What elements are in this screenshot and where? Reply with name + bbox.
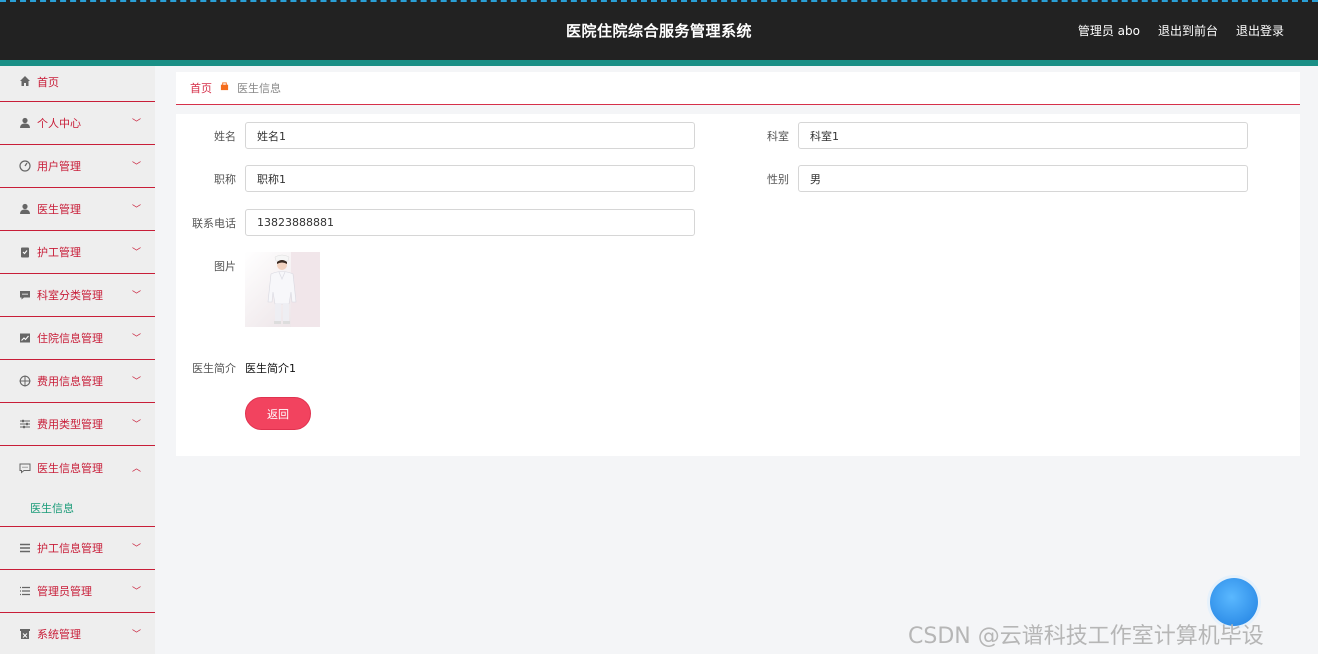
intro-value: 医生简介1 <box>245 362 296 375</box>
target-icon <box>18 375 31 388</box>
chevron-down-icon: ﹀ <box>131 247 141 258</box>
chevron-down-icon: ﹀ <box>131 586 141 597</box>
chat-icon <box>18 289 31 302</box>
sidebar-item-label: 首页 <box>37 76 59 89</box>
phone-label: 联系电话 <box>192 217 236 230</box>
top-header: 医院住院综合服务管理系统 管理员 abo 退出到前台 退出登录 <box>0 0 1318 60</box>
back-button[interactable]: 返回 <box>245 397 311 430</box>
name-field[interactable]: 姓名1 <box>245 122 695 149</box>
sidebar-item-label: 护工管理 <box>37 246 81 259</box>
header-divider <box>0 60 1318 66</box>
header-actions: 管理员 abo 退出到前台 退出登录 <box>1078 22 1284 39</box>
logout-link[interactable]: 退出登录 <box>1236 22 1284 39</box>
chevron-down-icon: ﹀ <box>131 161 141 172</box>
sidebar-item-label: 用户管理 <box>37 160 81 173</box>
box-icon <box>18 628 31 641</box>
sidebar-item-label: 护工信息管理 <box>37 542 103 555</box>
sidebar-item-doctors[interactable]: 医生管理 ﹀ <box>0 188 155 231</box>
sidebar-item-doctor-info[interactable]: 医生信息管理 ︿ <box>0 446 155 489</box>
sidebar-subitem-doctor-info[interactable]: 医生信息 <box>0 489 155 527</box>
intro-label: 医生简介 <box>192 362 236 375</box>
watermark: CSDN @云谱科技工作室计算机毕设 <box>908 624 1264 649</box>
chart-icon <box>18 332 31 345</box>
dept-field[interactable]: 科室1 <box>798 122 1248 149</box>
message-icon <box>18 461 31 474</box>
sidebar-item-label: 医生管理 <box>37 203 81 216</box>
chevron-down-icon: ﹀ <box>131 376 141 387</box>
sidebar-item-label: 科室分类管理 <box>37 289 103 302</box>
chevron-down-icon: ﹀ <box>131 629 141 640</box>
main-content: 首页 医生信息 姓名 姓名1 科室 科室1 职称 职称1 性别 男 联系电话 1… <box>176 72 1300 456</box>
sidebar-item-admins[interactable]: 管理员管理 ﹀ <box>0 570 155 613</box>
sidebar-item-label: 住院信息管理 <box>37 332 103 345</box>
chevron-down-icon: ﹀ <box>131 333 141 344</box>
user-icon <box>18 203 31 216</box>
dept-label: 科室 <box>767 130 789 143</box>
chevron-down-icon: ﹀ <box>131 290 141 301</box>
sidebar-item-dept-category[interactable]: 科室分类管理 ﹀ <box>0 274 155 317</box>
back-to-front-link[interactable]: 退出到前台 <box>1158 22 1218 39</box>
chevron-up-icon: ︿ <box>131 463 141 474</box>
sidebar-item-label: 费用信息管理 <box>37 375 103 388</box>
sidebar-item-label: 费用类型管理 <box>37 418 103 431</box>
sidebar-item-users[interactable]: 用户管理 ﹀ <box>0 145 155 188</box>
sidebar-item-nurses[interactable]: 护工管理 ﹀ <box>0 231 155 274</box>
title-field[interactable]: 职称1 <box>245 165 695 192</box>
sidebar-item-fee-types[interactable]: 费用类型管理 ﹀ <box>0 403 155 446</box>
gender-field[interactable]: 男 <box>798 165 1248 192</box>
list-icon <box>18 542 31 555</box>
sliders-icon <box>18 418 31 431</box>
doctor-detail-form: 姓名 姓名1 科室 科室1 职称 职称1 性别 男 联系电话 138238888… <box>176 114 1300 456</box>
gauge-icon <box>18 160 31 173</box>
user-icon <box>18 117 31 130</box>
chevron-down-icon: ﹀ <box>131 204 141 215</box>
sidebar-item-home[interactable]: 首页 <box>0 66 155 102</box>
title-label: 职称 <box>214 173 236 186</box>
chevron-down-icon: ﹀ <box>131 419 141 430</box>
sidebar-item-label: 管理员管理 <box>37 585 92 598</box>
sidebar: 首页 个人中心 ﹀ 用户管理 ﹀ 医生管理 ﹀ 护工管理 ﹀ 科室分类管理 ﹀ <box>0 66 155 654</box>
sidebar-item-personal[interactable]: 个人中心 ﹀ <box>0 102 155 145</box>
sidebar-item-fees[interactable]: 费用信息管理 ﹀ <box>0 360 155 403</box>
breadcrumb-home[interactable]: 首页 <box>190 80 212 96</box>
breadcrumb: 首页 医生信息 <box>176 72 1300 105</box>
photo-label: 图片 <box>214 260 236 273</box>
sidebar-item-label: 个人中心 <box>37 117 81 130</box>
phone-field[interactable]: 13823888881 <box>245 209 695 236</box>
sidebar-item-label: 医生信息管理 <box>37 461 103 475</box>
sidebar-item-system[interactable]: 系统管理 ﹀ <box>0 613 155 654</box>
breadcrumb-separator-icon <box>220 82 229 94</box>
chevron-down-icon: ﹀ <box>131 543 141 554</box>
breadcrumb-current: 医生信息 <box>237 82 281 95</box>
sidebar-item-label: 系统管理 <box>37 628 81 641</box>
gender-label: 性别 <box>767 173 789 186</box>
sidebar-item-nurse-info[interactable]: 护工信息管理 ﹀ <box>0 527 155 570</box>
name-label: 姓名 <box>214 130 236 143</box>
chevron-down-icon: ﹀ <box>131 118 141 129</box>
sidebar-item-inpatient[interactable]: 住院信息管理 ﹀ <box>0 317 155 360</box>
clipboard-icon <box>18 246 31 259</box>
home-icon <box>18 74 31 87</box>
doctor-photo <box>245 252 320 327</box>
current-user[interactable]: 管理员 abo <box>1078 22 1140 39</box>
list-icon <box>18 585 31 598</box>
